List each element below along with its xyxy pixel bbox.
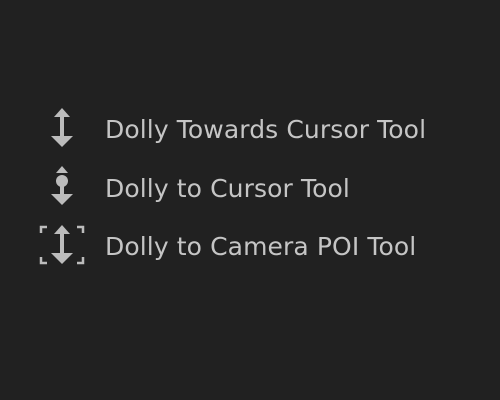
- dolly-to-cursor-icon: [38, 164, 86, 214]
- menu-item-dolly-to-cursor[interactable]: Dolly to Cursor Tool: [30, 164, 470, 214]
- menu-item-dolly-to-camera-poi[interactable]: Dolly to Camera POI Tool: [30, 222, 470, 272]
- dolly-towards-cursor-icon: [38, 105, 86, 155]
- dolly-tool-menu: Dolly Towards Cursor Tool Dolly to Curso…: [0, 0, 500, 400]
- dolly-to-camera-poi-icon: [38, 222, 86, 272]
- menu-item-label: Dolly Towards Cursor Tool: [105, 115, 427, 144]
- menu-item-dolly-towards-cursor[interactable]: Dolly Towards Cursor Tool: [30, 105, 470, 155]
- menu-item-label: Dolly to Cursor Tool: [105, 174, 350, 203]
- menu-item-label: Dolly to Camera POI Tool: [105, 232, 417, 261]
